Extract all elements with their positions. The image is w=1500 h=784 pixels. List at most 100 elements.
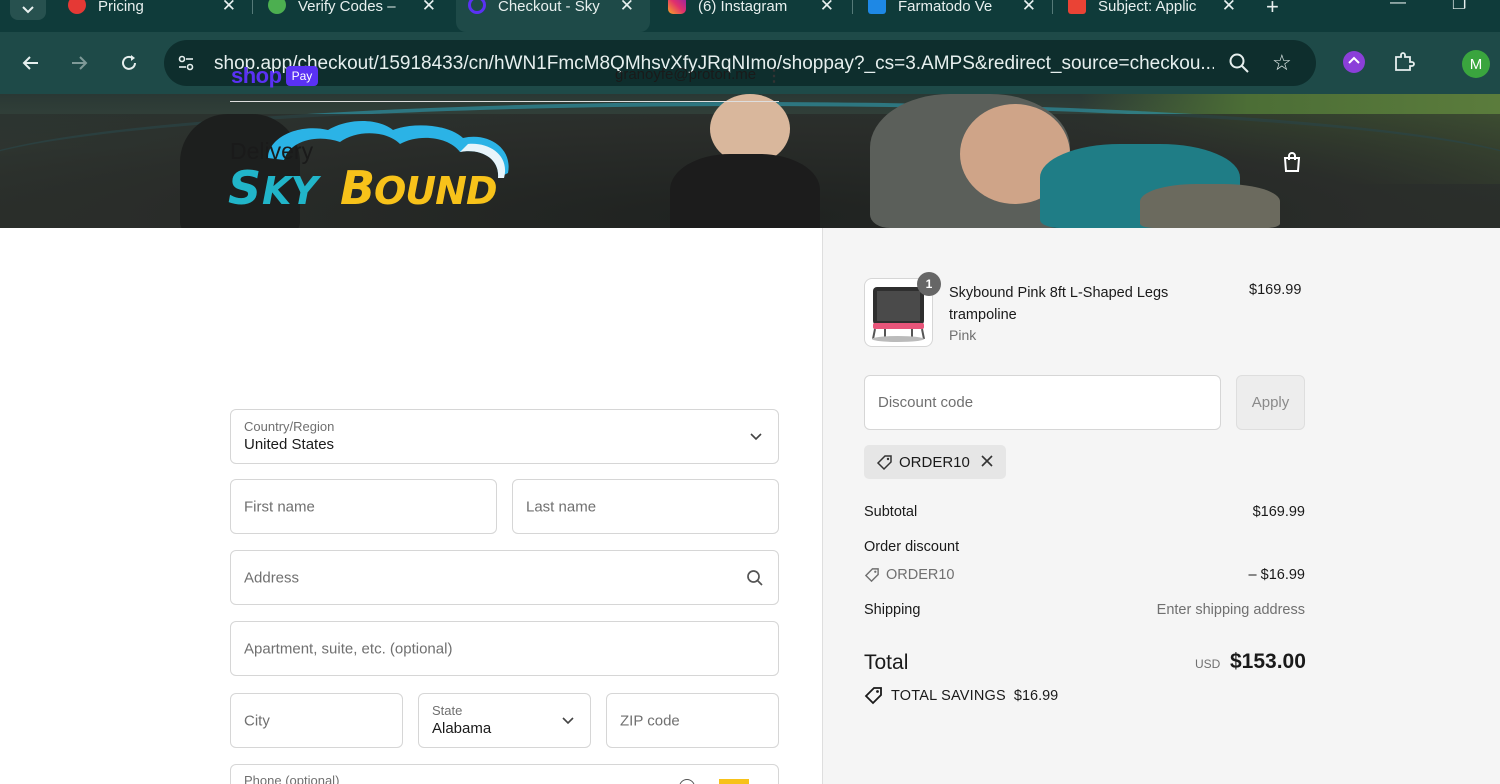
browser-toolbar: shop.app/checkout/15918433/cn/hWN1FmcM8Q… <box>0 32 1500 94</box>
city-field[interactable]: City <box>230 693 403 748</box>
phone-label: Phone (optional) <box>244 773 340 784</box>
applied-discount-chip: ORDER10 <box>864 445 1006 479</box>
tab-separator <box>252 0 253 14</box>
back-button[interactable] <box>18 50 44 76</box>
arrow-left-icon <box>22 56 38 70</box>
close-icon[interactable]: ✕ <box>222 0 236 16</box>
extension-purple-icon <box>1343 51 1365 73</box>
phone-field[interactable]: Phone (optional) <box>230 764 779 784</box>
account-email[interactable]: granoyfe@proton.me <box>615 66 756 83</box>
tab-separator <box>1052 0 1053 14</box>
delivery-heading: Delivery <box>230 138 314 164</box>
city-placeholder: City <box>244 712 270 729</box>
apartment-placeholder: Apartment, suite, etc. (optional) <box>244 640 453 657</box>
close-icon[interactable]: ✕ <box>820 0 834 16</box>
first-name-field[interactable]: First name <box>230 479 497 534</box>
chevron-down-icon <box>750 432 762 440</box>
last-name-placeholder: Last name <box>526 498 597 515</box>
instagram-favicon-icon <box>668 0 686 14</box>
tab-separator <box>852 0 853 14</box>
svg-text:OUND: OUND <box>374 169 497 210</box>
savings-label: TOTAL SAVINGS <box>891 687 1006 704</box>
profile-avatar[interactable]: M <box>1462 50 1490 78</box>
extensions-menu-button[interactable] <box>1392 50 1416 79</box>
total-amount: $153.00 <box>1230 650 1306 673</box>
shipping-label: Shipping <box>864 602 921 618</box>
savings-tag-icon <box>864 687 882 705</box>
product-title: Skybound Pink 8ft L-Shaped Legs trampoli… <box>949 285 1169 323</box>
search-icon <box>747 569 763 586</box>
tab-instagram[interactable]: (6) Instagram ✕ <box>656 0 850 32</box>
address-field[interactable]: Address <box>230 550 779 605</box>
pricing-favicon-icon <box>68 0 86 14</box>
tab-title: (6) Instagram <box>698 0 788 15</box>
extension-button[interactable] <box>1342 50 1366 79</box>
state-label: State <box>432 703 463 718</box>
apply-discount-button[interactable]: Apply <box>1236 375 1305 430</box>
shop-pay-logo: shop Pay <box>231 63 319 89</box>
close-icon[interactable]: ✕ <box>1222 0 1236 16</box>
tab-title: Verify Codes – <box>298 0 396 15</box>
tab-title: Farmatodo Ve <box>898 0 993 15</box>
minimize-window-button[interactable]: — <box>1390 0 1406 12</box>
forward-button[interactable] <box>66 50 92 76</box>
state-value: Alabama <box>432 720 492 737</box>
chevron-down-icon <box>562 716 574 724</box>
shop-favicon-icon <box>468 0 486 14</box>
country-select[interactable]: Country/Region United States <box>230 409 779 464</box>
applied-code-text: ORDER10 <box>899 453 970 471</box>
discount-code-input[interactable]: Discount code <box>864 375 1221 430</box>
zip-placeholder: ZIP code <box>620 712 680 729</box>
site-info-icon[interactable] <box>176 53 196 73</box>
close-icon[interactable]: ✕ <box>422 0 436 16</box>
country-value: United States <box>244 436 335 453</box>
tab-checkout[interactable]: Checkout - Sky ✕ <box>456 0 650 32</box>
browser-tab-bar: Pricing ✕ Verify Codes – ✕ Checkout - Sk… <box>0 0 1500 32</box>
last-name-field[interactable]: Last name <box>512 479 779 534</box>
farmatodo-favicon-icon <box>868 0 886 14</box>
account-menu-icon[interactable]: ⋮ <box>766 66 782 86</box>
tab-farmatodo[interactable]: Farmatodo Ve ✕ <box>856 0 1052 32</box>
subtotal-label: Subtotal <box>864 504 918 520</box>
help-circle-icon[interactable] <box>679 779 695 784</box>
order-discount-label: Order discount <box>864 539 960 555</box>
product-price: $169.99 <box>1249 282 1302 298</box>
reload-button[interactable] <box>116 50 142 76</box>
reload-icon <box>122 55 136 70</box>
country-flag-icon[interactable] <box>719 779 749 784</box>
state-select[interactable]: State Alabama <box>418 693 591 748</box>
chevron-down-icon <box>22 6 34 14</box>
remove-discount-icon[interactable] <box>978 452 996 470</box>
total-currency: USD <box>1195 657 1221 671</box>
tab-title: Subject: Applic <box>1098 0 1197 15</box>
apartment-field[interactable]: Apartment, suite, etc. (optional) <box>230 621 779 676</box>
close-icon[interactable]: ✕ <box>620 0 634 16</box>
product-variant: Pink <box>949 327 977 343</box>
tab-verify-codes[interactable]: Verify Codes – ✕ <box>256 0 452 32</box>
zip-field[interactable]: ZIP code <box>606 693 779 748</box>
bookmark-star-icon[interactable]: ☆ <box>1272 50 1292 76</box>
header-divider <box>230 101 779 102</box>
tab-title: Checkout - Sky <box>498 0 600 15</box>
new-tab-button[interactable]: + <box>1266 0 1279 20</box>
tab-gmail[interactable]: Subject: Applic ✕ <box>1056 0 1252 32</box>
banner-photo-figure <box>670 154 820 228</box>
store-header-banner <box>0 94 1500 228</box>
zoom-icon[interactable] <box>1228 52 1250 74</box>
order-discount-value: – $16.99 <box>1248 567 1305 583</box>
tab-pricing[interactable]: Pricing ✕ <box>56 0 252 32</box>
total-label: Total <box>864 651 909 674</box>
shopping-bag-icon[interactable] <box>1280 150 1304 174</box>
first-name-placeholder: First name <box>244 498 315 515</box>
shop-pay-brand: shop <box>231 63 282 88</box>
arrow-right-icon <box>72 56 88 70</box>
restore-window-button[interactable]: ❐ <box>1452 0 1466 14</box>
address-placeholder: Address <box>244 569 300 586</box>
quantity-badge: 1 <box>917 272 941 296</box>
close-icon[interactable]: ✕ <box>1022 0 1036 16</box>
country-label: Country/Region <box>244 419 335 434</box>
tab-search-button[interactable] <box>10 0 46 20</box>
shop-pay-badge: Pay <box>285 66 319 86</box>
banner-photo-figure <box>1140 184 1280 228</box>
savings-amount: $16.99 <box>1013 687 1059 704</box>
